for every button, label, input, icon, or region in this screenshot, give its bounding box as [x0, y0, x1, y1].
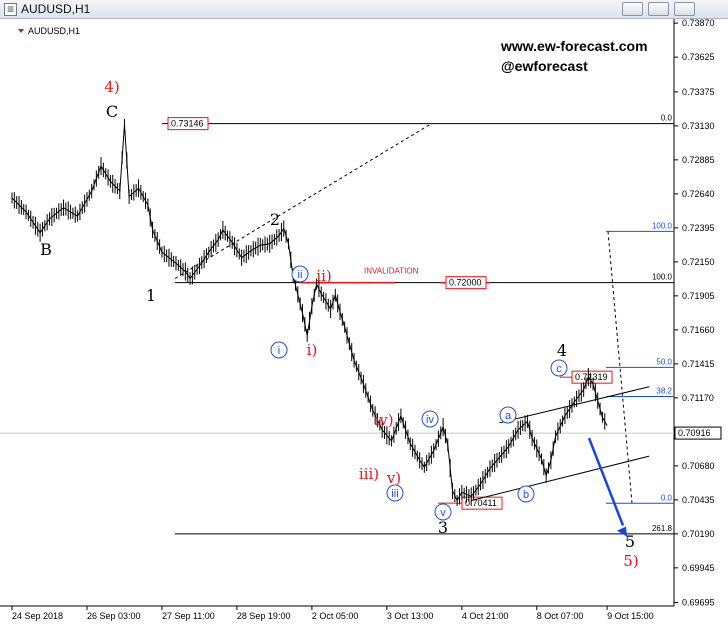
- wave-label-B: B: [40, 240, 52, 259]
- wave-label-b-blue: b: [523, 489, 529, 501]
- wave-label-v-blue: v: [440, 507, 446, 519]
- level-label-073146: 0.73146: [171, 119, 204, 129]
- wave-label-v-red: v): [386, 469, 401, 487]
- fib-level-2618: 261.8: [652, 524, 673, 533]
- y-tick-label: 0.72640: [682, 189, 715, 199]
- x-tick-label: 27 Sep 11:00: [162, 611, 215, 621]
- y-tick-label: 0.69695: [682, 598, 715, 608]
- y-tick-label: 0.70680: [682, 461, 715, 471]
- wave-label-i-blue: i: [278, 345, 280, 357]
- y-tick-label: 0.72885: [682, 155, 715, 165]
- watermark-handle: @ewforecast: [501, 58, 588, 74]
- wave-label-i-red: i): [307, 341, 318, 359]
- wave-label-4-paren: 4): [104, 78, 119, 96]
- x-tick-label: 26 Sep 03:00: [87, 611, 141, 621]
- wave-label-5: 5: [625, 532, 635, 551]
- chart-window-icon: ▥: [4, 3, 17, 16]
- fib-right-label: 100.0: [652, 221, 673, 230]
- y-tick-label: 0.70435: [682, 495, 715, 505]
- wave-label-iv-blue: iv: [426, 414, 434, 426]
- symbol-label: AUDUSD,H1: [28, 26, 80, 36]
- wave-label-3: 3: [438, 518, 448, 537]
- y-tick-label: 0.72150: [682, 257, 715, 267]
- level-label-070411: 0.70411: [465, 498, 497, 508]
- level-label-072000: 0.72000: [449, 278, 482, 288]
- x-tick-label: 2 Oct 05:00: [312, 611, 359, 621]
- wave-label-iv-red: iv): [374, 411, 393, 429]
- wave-label-C: C: [106, 102, 118, 121]
- y-tick-label: 0.69945: [682, 563, 715, 573]
- window-title: AUDUSD,H1: [21, 2, 91, 16]
- wave-label-ii-red: ii): [316, 267, 331, 285]
- y-tick-label: 0.70190: [682, 529, 715, 539]
- close-button[interactable]: [674, 2, 695, 16]
- fib-right-label: 0.0: [661, 493, 673, 502]
- wave-label-iii-blue: iii: [391, 488, 398, 500]
- y-tick-label: 0.73130: [682, 121, 715, 131]
- y-tick-label: 0.71170: [682, 393, 714, 403]
- x-tick-label: 9 Oct 15:00: [607, 611, 654, 621]
- x-tick-label: 8 Oct 07:00: [537, 611, 584, 621]
- price-chart[interactable]: 0.731460.00.72000100.0INVALIDATION0.7131…: [0, 19, 728, 626]
- y-tick-label: 0.73625: [682, 52, 715, 62]
- x-tick-label: 24 Sep 2018: [12, 611, 63, 621]
- current-price-label: 0.70916: [678, 428, 711, 438]
- chart-area[interactable]: 0.73146 0.0 0.72000 100.0 INVALIDATION 0.7131…: [0, 19, 728, 626]
- fib-level-100: 100.0: [652, 273, 673, 282]
- x-tick-label: 28 Sep 19:00: [237, 611, 291, 621]
- wave-label-a-blue: a: [505, 410, 512, 422]
- y-tick-label: 0.71660: [682, 325, 715, 335]
- fib-right-label: 50.0: [656, 357, 672, 366]
- y-tick-label: 0.73870: [682, 19, 715, 28]
- watermark-site: www.ew-forecast.com: [500, 38, 648, 54]
- y-tick-label: 0.72395: [682, 223, 715, 233]
- x-tick-label: 4 Oct 21:00: [462, 611, 509, 621]
- minimize-button[interactable]: [622, 2, 643, 16]
- wave-label-2: 2: [270, 210, 280, 229]
- x-tick-label: 3 Oct 13:00: [387, 611, 434, 621]
- wave-label-iii-red: iii): [359, 465, 379, 483]
- window-titlebar: ▥ AUDUSD,H1: [0, 0, 728, 19]
- y-tick-label: 0.71905: [682, 291, 715, 301]
- invalidation-label: INVALIDATION: [364, 267, 419, 276]
- fib-level-0: 0.0: [661, 114, 673, 123]
- wave-label-5-paren: 5): [623, 552, 638, 570]
- wave-label-4: 4: [557, 341, 567, 360]
- wave-label-c-blue: c: [556, 363, 562, 375]
- y-tick-label: 0.73375: [682, 87, 715, 97]
- fib-right-label: 38.2: [656, 386, 672, 395]
- y-tick-label: 0.71415: [682, 359, 715, 369]
- wave-label-1: 1: [146, 286, 156, 305]
- restore-button[interactable]: [648, 2, 669, 16]
- wave-label-ii-blue: ii: [298, 269, 303, 281]
